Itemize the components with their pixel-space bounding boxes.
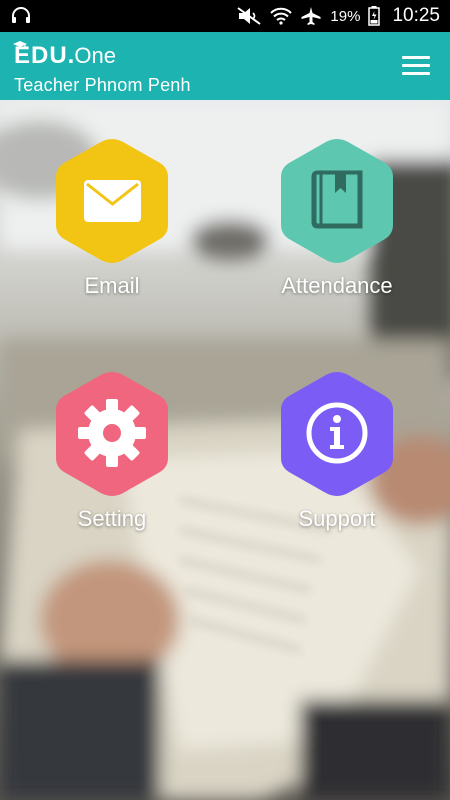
email-tile[interactable]: Email — [22, 135, 202, 315]
support-tile[interactable]: Support — [247, 368, 427, 548]
status-bar: 19% 10:25 — [0, 0, 450, 32]
clock: 10:25 — [392, 5, 440, 26]
app-subtitle: Teacher Phnom Penh — [14, 75, 191, 95]
logo-dot-text: . — [67, 42, 75, 69]
mute-icon — [236, 6, 262, 26]
headset-icon — [10, 6, 32, 26]
attendance-label: Attendance — [281, 273, 393, 298]
attendance-tile[interactable]: Attendance — [247, 135, 427, 315]
graduation-cap-icon — [13, 37, 27, 55]
support-hexagon — [281, 372, 393, 496]
hamburger-menu-icon[interactable] — [402, 56, 430, 76]
book-icon — [311, 170, 363, 229]
logo-one-text: One — [74, 43, 116, 68]
email-hexagon — [56, 139, 168, 263]
app-logo: EDU. One — [13, 37, 436, 69]
setting-tile[interactable]: Setting — [22, 368, 202, 548]
battery-percent: 19% — [330, 7, 361, 25]
envelope-icon — [84, 180, 141, 222]
wifi-icon — [270, 6, 293, 26]
support-label: Support — [298, 506, 376, 531]
setting-label: Setting — [77, 506, 147, 531]
airplane-icon — [300, 6, 322, 26]
gear-icon — [78, 399, 146, 467]
battery-icon — [368, 6, 381, 26]
email-label: Email — [84, 273, 140, 298]
attendance-hexagon — [281, 139, 393, 263]
app-screen: 19% 10:25 EDU. One Teacher Phnom Penh Em… — [0, 0, 450, 800]
app-bar: EDU. One Teacher Phnom Penh — [0, 32, 450, 100]
setting-hexagon — [56, 372, 168, 496]
